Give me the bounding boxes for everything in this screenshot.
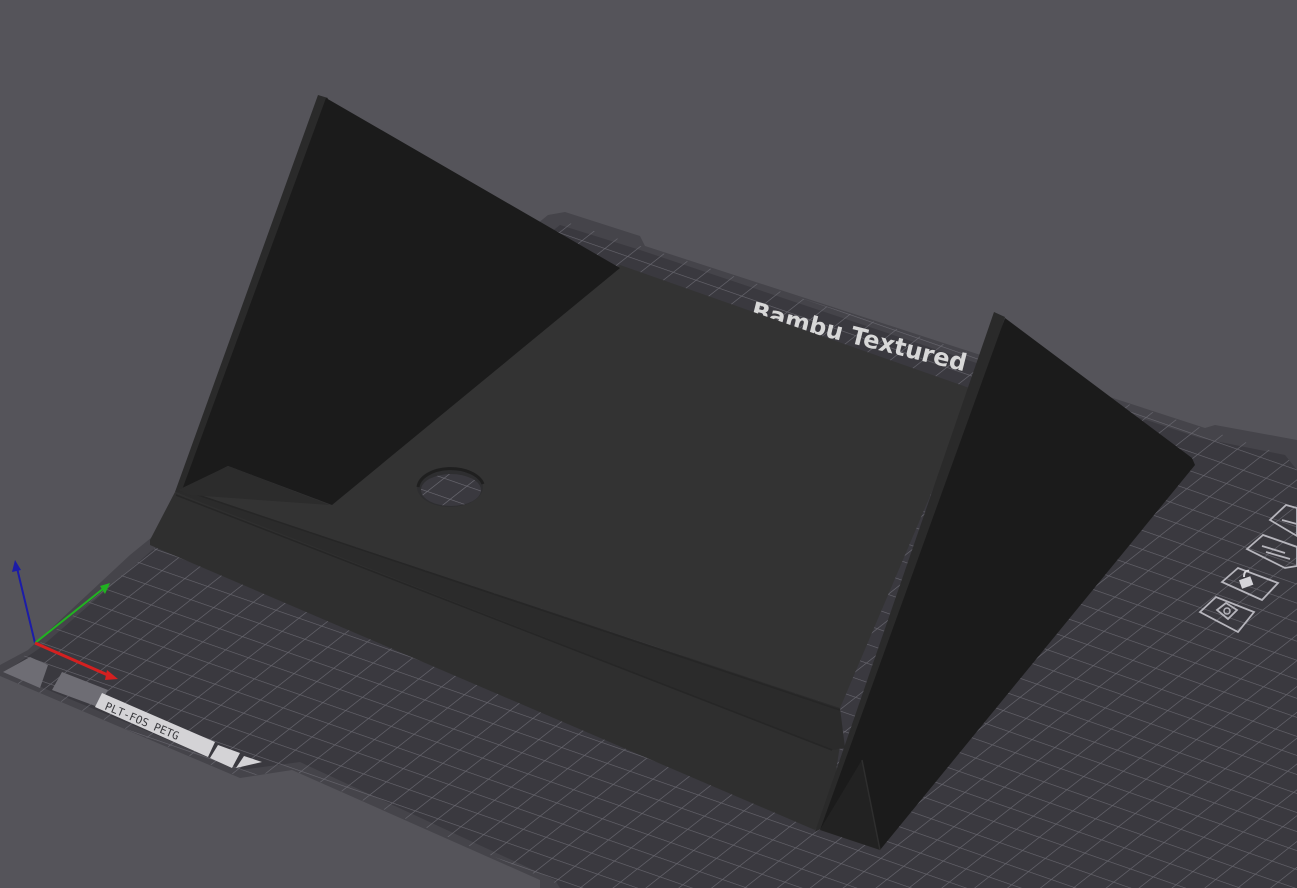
z-axis-line (16, 567, 36, 644)
scene-canvas[interactable]: Bambu Textured PE PLT-FOS PETG (0, 0, 1297, 888)
z-axis-arrow (12, 560, 21, 572)
3d-viewport[interactable]: Bambu Textured PE PLT-FOS PETG (0, 0, 1297, 888)
